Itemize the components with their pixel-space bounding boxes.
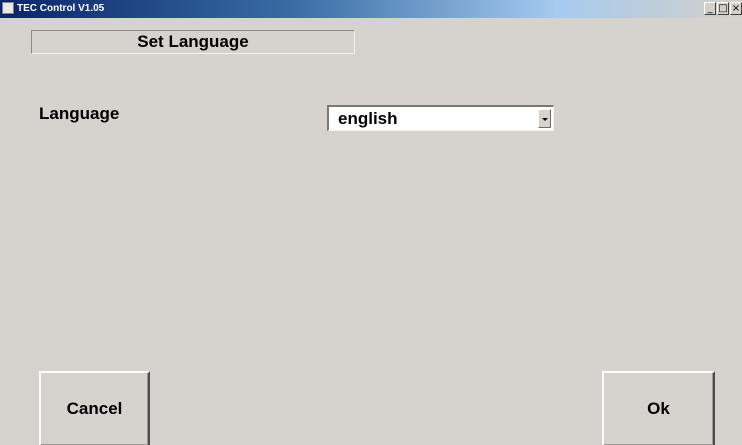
cancel-button[interactable]: Cancel — [39, 371, 150, 445]
language-select[interactable]: english — [327, 105, 554, 131]
language-label: Language — [39, 104, 120, 123]
maximize-button[interactable]: □ — [717, 2, 729, 15]
window-controls: _ □ × — [704, 2, 742, 16]
title-bar: TEC Control V1.05 _ □ × — [0, 0, 742, 18]
language-select-value: english — [338, 109, 398, 128]
header-panel: Set Language — [31, 30, 355, 54]
chevron-down-icon — [542, 118, 548, 121]
app-icon[interactable] — [2, 2, 14, 14]
minimize-button[interactable]: _ — [704, 2, 716, 15]
dropdown-button[interactable] — [538, 109, 551, 128]
page-title: Set Language — [137, 32, 249, 51]
window-title: TEC Control V1.05 — [17, 3, 105, 14]
close-button[interactable]: × — [730, 2, 742, 15]
app-window: TEC Control V1.05 _ □ × Set Language Lan… — [0, 0, 742, 445]
ok-button-label: Ok — [647, 399, 670, 418]
ok-button[interactable]: Ok — [602, 371, 715, 445]
cancel-button-label: Cancel — [66, 399, 123, 418]
